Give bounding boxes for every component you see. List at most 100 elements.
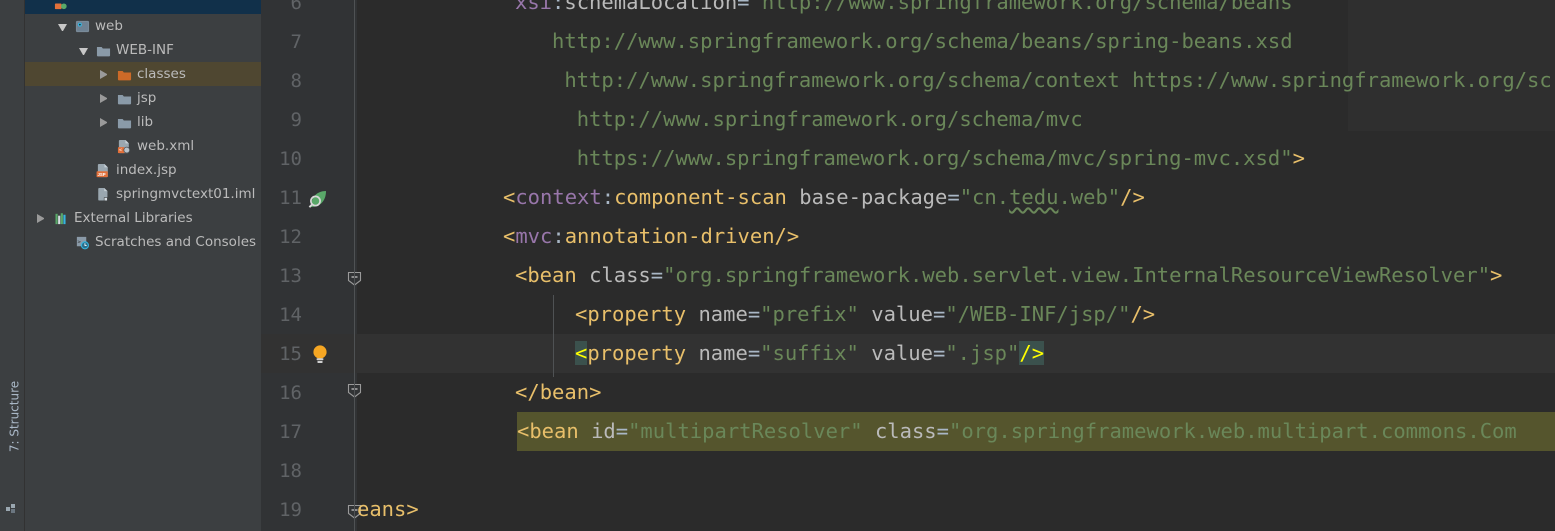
line-number-14: 14: [261, 295, 357, 334]
code-token: />: [1019, 341, 1045, 365]
code-token: name: [698, 302, 748, 326]
intention-bulb-icon[interactable]: [311, 344, 329, 366]
line-number-text: 10: [279, 148, 302, 170]
editor-gutter[interactable]: 6 7 8 9 10 11 12 13 14 15 16 17 18 19: [261, 0, 362, 531]
line-number-15: 15: [261, 334, 357, 373]
line-number-text: 11: [279, 187, 302, 209]
code-line-content: xsi:schemaLocation="http://www.springfra…: [515, 0, 1293, 14]
code-token: value: [871, 341, 933, 365]
chevron-right-icon[interactable]: [100, 70, 109, 79]
tree-item-jsp[interactable]: jsp: [25, 86, 261, 110]
code-line-7[interactable]: http://www.springframework.org/schema/be…: [357, 22, 1555, 61]
code-token: =: [650, 263, 664, 287]
code-line-18[interactable]: [357, 451, 1555, 490]
code-token: property: [587, 302, 687, 326]
line-number-text: 18: [279, 460, 302, 482]
chevron-down-icon[interactable]: [58, 24, 67, 33]
code-editor[interactable]: 6 7 8 9 10 11 12 13 14 15 16 17 18 19 xsi:schemaLocat…: [261, 0, 1555, 531]
code-token: base-package: [799, 185, 948, 209]
code-token: />: [1130, 302, 1156, 326]
code-line-content: <mvc:annotation-driven/>: [503, 224, 799, 248]
tree-item-classes[interactable]: classes: [25, 62, 261, 86]
code-token: xsi: [515, 0, 553, 14]
code-token: "multipartResolver": [628, 419, 863, 443]
tree-item-label: classes: [137, 66, 186, 82]
code-token: context: [515, 185, 602, 209]
code-line-12[interactable]: <mvc:annotation-driven/>: [357, 217, 1555, 256]
code-line-9[interactable]: http://www.springframework.org/schema/mv…: [357, 100, 1555, 139]
code-line-19[interactable]: eans>: [357, 490, 1555, 529]
line-number-12: 12: [261, 217, 357, 256]
iml-file-icon: [98, 187, 108, 202]
code-line-10[interactable]: https://www.springframework.org/schema/m…: [357, 139, 1555, 178]
svg-text:<: <: [119, 148, 122, 154]
project-tree[interactable]: web WEB-INF classes jsp lib < web.xml JSP index.…: [25, 0, 261, 531]
code-token: eans: [357, 497, 407, 521]
code-token: <: [575, 341, 588, 365]
code-token: <: [503, 185, 516, 209]
folder-orange-icon: [117, 70, 132, 81]
tree-item-lib[interactable]: lib: [25, 110, 261, 134]
code-line-content: http://www.springframework.org/schema/mv…: [515, 107, 1083, 131]
code-token: http://www.springframework.org/schema/be…: [515, 29, 1293, 53]
code-line-15[interactable]: <property name="suffix" value=".jsp"/>: [357, 334, 1555, 373]
code-line-17[interactable]: <bean id="multipartResolver" class="org.…: [357, 412, 1555, 451]
tree-item-label: web.xml: [137, 138, 195, 154]
code-token: bean: [529, 419, 579, 443]
tab-structure[interactable]: 7: Structure: [3, 374, 28, 460]
line-number-text: 13: [279, 265, 302, 287]
code-line-content: http://www.springframework.org/schema/co…: [515, 68, 1551, 92]
code-line-16[interactable]: </bean>: [357, 373, 1555, 412]
code-line-content: http://www.springframework.org/schema/be…: [515, 29, 1293, 53]
code-token: "cn.: [959, 185, 1010, 209]
xml-file-icon: <: [117, 139, 131, 154]
code-token: :: [552, 224, 565, 248]
spring-bean-gutter-icon[interactable]: [307, 188, 329, 210]
code-token: >: [406, 497, 419, 521]
line-number-18: 18: [261, 451, 357, 490]
code-token: =: [932, 302, 946, 326]
code-line-11[interactable]: <context:component-scan base-package="cn…: [357, 178, 1555, 217]
line-number-16: 16: [261, 373, 357, 412]
tree-item-label: Scratches and Consoles: [95, 234, 257, 250]
tree-item-label: lib: [137, 114, 154, 130]
tree-item-springmvctext01-iml[interactable]: springmvctext01.iml: [25, 182, 261, 206]
code-token: =: [615, 419, 629, 443]
tree-item-scratches-and-consoles[interactable]: > Scratches and Consoles: [25, 230, 261, 254]
tree-item-web-inf[interactable]: WEB-INF: [25, 38, 261, 62]
chevron-right-icon[interactable]: [100, 118, 109, 127]
code-line-6[interactable]: xsi:schemaLocation="http://www.springfra…: [357, 0, 1555, 22]
code-token: schemaLocation: [564, 0, 738, 14]
tree-item-partial[interactable]: [25, 0, 261, 14]
code-token: "http://www.springframework.org/schema/b…: [749, 0, 1293, 14]
code-token: =: [737, 0, 750, 14]
tree-item-web-xml[interactable]: < web.xml: [25, 134, 261, 158]
tree-item-web[interactable]: web: [25, 14, 261, 38]
cut-off-item: [54, 3, 67, 10]
chevron-right-icon[interactable]: [37, 214, 46, 223]
line-number-text: 7: [290, 31, 302, 53]
web-module-folder-icon: [75, 20, 90, 33]
tree-item-index-jsp[interactable]: JSP index.jsp: [25, 158, 261, 182]
code-line-content: <property name="prefix" value="/WEB-INF/…: [575, 302, 1155, 326]
code-token: <: [515, 263, 528, 287]
code-token: "/WEB-INF/jsp/": [945, 302, 1131, 326]
fold-rail: [354, 0, 355, 531]
code-token: annotation-driven: [564, 224, 775, 248]
code-token: "prefix": [760, 302, 859, 326]
line-number-text: 17: [279, 421, 302, 443]
code-line-14[interactable]: <property name="prefix" value="/WEB-INF/…: [357, 295, 1555, 334]
code-token: =: [932, 341, 946, 365]
code-line-8[interactable]: http://www.springframework.org/schema/co…: [357, 61, 1555, 100]
tree-item-external-libraries[interactable]: External Libraries: [25, 206, 261, 230]
code-text-area[interactable]: xsi:schemaLocation="http://www.springfra…: [357, 0, 1555, 531]
code-token: property: [587, 341, 687, 365]
code-line-13[interactable]: <bean class="org.springframework.web.ser…: [357, 256, 1555, 295]
code-token: :: [552, 0, 565, 14]
chevron-down-icon[interactable]: [79, 48, 88, 57]
chevron-right-icon[interactable]: [100, 94, 109, 103]
